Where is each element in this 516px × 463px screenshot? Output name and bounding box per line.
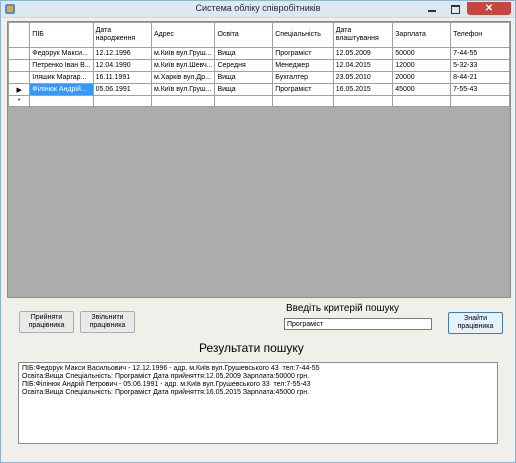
close-button[interactable]: ✕ — [467, 2, 511, 15]
cell-phone[interactable]: 7-55-43 — [450, 83, 510, 96]
row-header[interactable] — [7, 59, 31, 72]
column-header-name[interactable]: ПІБ — [29, 22, 94, 48]
cell-empty[interactable] — [92, 95, 152, 107]
cell-birthdate[interactable]: 05.06.1991 — [92, 83, 152, 96]
cell-birthdate[interactable]: 12.04.1990 — [92, 59, 152, 72]
results-textbox[interactable]: ПІБ:Федорук Макси Васильович - 12.12.199… — [18, 362, 498, 444]
cell-empty[interactable] — [29, 95, 94, 107]
employees-table: ПІБ Дата народження Адрес Освіта Спеціал… — [7, 22, 510, 107]
result-line: ПІБ:Федорук Макси Васильович - 12.12.199… — [22, 365, 320, 372]
cell-empty[interactable] — [272, 95, 334, 107]
cell-birthdate[interactable]: 16.11.1991 — [92, 71, 152, 84]
cell-empty[interactable] — [450, 95, 510, 107]
cell-salary[interactable]: 45000 — [392, 83, 452, 96]
cell-specialty[interactable]: Програміст — [272, 83, 334, 96]
new-row-marker[interactable]: * — [7, 95, 31, 107]
cell-specialty[interactable]: Програміст — [272, 47, 334, 60]
table-row[interactable]: Федорук Макси... 12.12.1996 м.Київ вул.Г… — [7, 47, 510, 60]
maximize-button[interactable] — [444, 2, 466, 15]
corner-header[interactable] — [7, 22, 31, 48]
header-row: ПІБ Дата народження Адрес Освіта Спеціал… — [7, 22, 510, 48]
results-title: Результати пошуку — [199, 341, 304, 355]
row-header[interactable] — [7, 47, 31, 60]
cell-salary[interactable]: 50000 — [392, 47, 452, 60]
column-header-hire-date[interactable]: Дата влаштування — [332, 22, 394, 48]
column-header-salary[interactable]: Зарплата — [392, 22, 452, 48]
result-line: Освіта:Вища Спеціальність: Програміст Да… — [22, 389, 310, 396]
cell-education[interactable]: Середня — [214, 59, 274, 72]
cell-phone[interactable]: 7-44-55 — [450, 47, 510, 60]
column-header-birthdate[interactable]: Дата народження — [92, 22, 152, 48]
cell-phone[interactable]: 8-44-21 — [450, 71, 510, 84]
cell-hire-date[interactable]: 12.05.2009 — [332, 47, 394, 60]
search-input[interactable]: Програміст — [284, 318, 432, 330]
cell-address[interactable]: м.Київ вул.Груш... — [150, 83, 216, 96]
cell-education[interactable]: Вища — [214, 83, 274, 96]
minimize-button[interactable] — [421, 2, 443, 15]
cell-empty[interactable] — [392, 95, 452, 107]
column-header-education[interactable]: Освіта — [214, 22, 274, 48]
hire-employee-button[interactable]: Прийняти працівника — [19, 311, 74, 333]
cell-name[interactable]: Федорук Макси... — [29, 47, 94, 60]
search-criteria-label: Введіть критерій пошуку — [286, 303, 400, 314]
column-header-phone[interactable]: Телефон — [450, 22, 510, 48]
cell-education[interactable]: Вища — [214, 47, 274, 60]
cell-specialty[interactable]: Бухгалтер — [272, 71, 334, 84]
result-line: Освіта:Вища Спеціальність: Програміст Да… — [22, 373, 310, 380]
row-header-current-arrow-icon[interactable]: ▶ — [7, 83, 31, 96]
cell-name[interactable]: Петренко Іван В... — [29, 59, 94, 72]
cell-education[interactable]: Вища — [214, 71, 274, 84]
cell-address[interactable]: м.Київ вул.Груш... — [150, 47, 216, 60]
column-header-specialty[interactable]: Спеціальність — [272, 22, 334, 48]
column-header-address[interactable]: Адрес — [150, 22, 216, 48]
cell-hire-date[interactable]: 16.05.2015 — [332, 83, 394, 96]
cell-salary[interactable]: 12000 — [392, 59, 452, 72]
cell-specialty[interactable]: Менеджер — [272, 59, 334, 72]
fire-employee-button[interactable]: Звільнити працівника — [80, 311, 135, 333]
find-employee-button[interactable]: Знайти працівника — [448, 312, 503, 334]
cell-hire-date[interactable]: 12.04.2015 — [332, 59, 394, 72]
title-bar[interactable]: Система обліку співробітників ✕ — [1, 1, 515, 18]
cell-name[interactable]: Іляшик Маргар... — [29, 71, 94, 84]
result-line: ПІБ:Філінюк Андрій Петрович - 05.06.1991… — [22, 381, 311, 388]
cell-birthdate[interactable]: 12.12.1996 — [92, 47, 152, 60]
cell-phone[interactable]: 5-32-33 — [450, 59, 510, 72]
cell-empty[interactable] — [332, 95, 394, 107]
main-window: Система обліку співробітників ✕ ПІБ Дата… — [0, 0, 516, 463]
cell-name[interactable]: Філінюк Андрій... — [29, 83, 94, 96]
table-row[interactable]: Іляшик Маргар... 16.11.1991 м.Харків вул… — [7, 71, 510, 84]
cell-hire-date[interactable]: 23.05.2010 — [332, 71, 394, 84]
employees-grid[interactable]: ПІБ Дата народження Адрес Освіта Спеціал… — [7, 21, 511, 298]
cell-salary[interactable]: 20000 — [392, 71, 452, 84]
cell-empty[interactable] — [214, 95, 274, 107]
cell-empty[interactable] — [150, 95, 216, 107]
row-header[interactable] — [7, 71, 31, 84]
new-row[interactable]: * — [7, 95, 510, 107]
table-row-selected[interactable]: ▶ Філінюк Андрій... 05.06.1991 м.Київ ву… — [7, 83, 510, 96]
table-row[interactable]: Петренко Іван В... 12.04.1990 м.Київ вул… — [7, 59, 510, 72]
cell-address[interactable]: м.Київ вул.Шевч... — [150, 59, 216, 72]
cell-address[interactable]: м.Харків вул.Др... — [150, 71, 216, 84]
